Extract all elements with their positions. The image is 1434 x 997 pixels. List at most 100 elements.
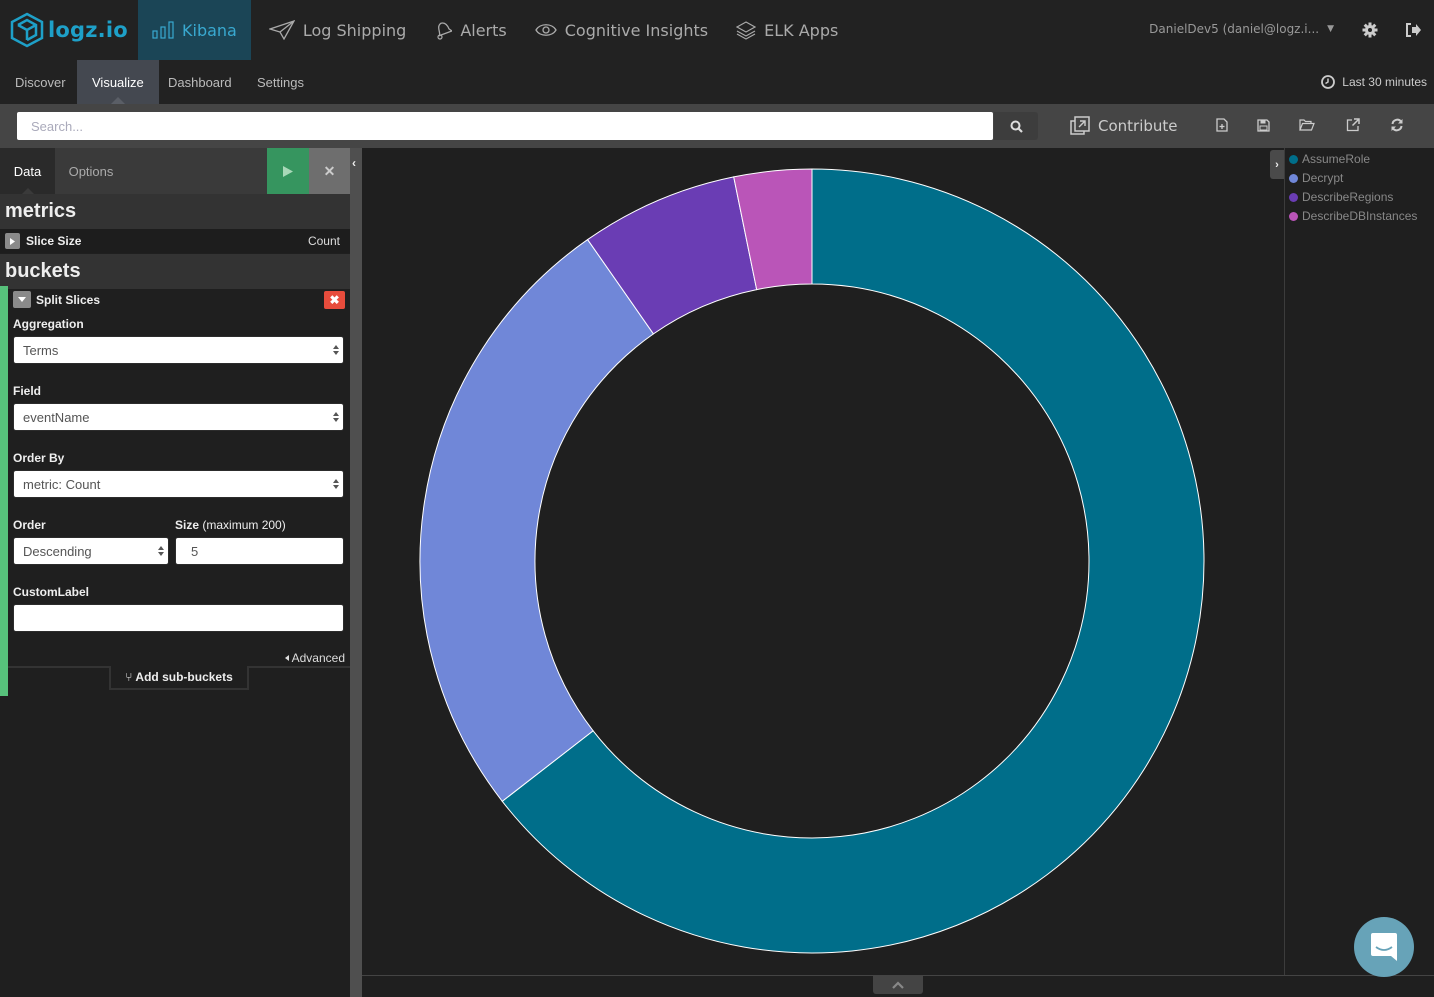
chevron-right-icon[interactable] — [5, 233, 20, 249]
search-input[interactable] — [17, 112, 993, 140]
user-label: DanielDev5 (daniel@logz.i... — [1149, 22, 1320, 36]
remove-bucket-button[interactable]: ✖ — [324, 291, 345, 309]
legend-toggle[interactable]: › — [1270, 150, 1284, 179]
gear-icon[interactable] — [1360, 20, 1380, 40]
aggregation-select[interactable]: Terms — [13, 336, 344, 364]
tab-dashboard[interactable]: Dashboard — [153, 60, 247, 104]
tab-data[interactable]: Data — [0, 148, 55, 194]
metric-value: Count — [307, 234, 340, 248]
code-fork-icon: ⑂ — [125, 670, 133, 684]
apply-button[interactable] — [267, 148, 309, 194]
order-by-select[interactable]: metric: Count — [13, 470, 344, 498]
size-label: Size (maximum 200) — [175, 518, 286, 532]
size-input[interactable] — [175, 537, 344, 565]
metric-label: Slice Size — [26, 234, 82, 248]
legend-item[interactable]: AssumeRole — [1289, 152, 1370, 166]
select-arrows-icon — [333, 412, 339, 422]
layers-icon — [736, 21, 757, 40]
tab-discover[interactable]: Discover — [0, 60, 81, 104]
nav-elk-apps[interactable]: ELK Apps — [722, 0, 852, 60]
logo-cube-icon — [10, 12, 44, 48]
refresh-icon[interactable] — [1388, 116, 1406, 134]
legend-swatch — [1289, 154, 1298, 164]
chevron-up-icon — [892, 981, 904, 989]
custom-label-input[interactable] — [13, 604, 344, 632]
tab-options[interactable]: Options — [55, 148, 127, 194]
nav-elk-apps-label: ELK Apps — [764, 20, 839, 40]
metrics-title: metrics — [0, 194, 350, 229]
visualization-area — [362, 148, 1284, 975]
time-picker[interactable]: Last 30 minutes — [1321, 60, 1427, 104]
nav-log-shipping-label: Log Shipping — [302, 20, 407, 40]
donut-chart — [419, 168, 1205, 954]
size-label-text: Size — [175, 518, 200, 532]
search-button[interactable] — [994, 112, 1038, 140]
sidebar-collapse-handle[interactable]: ‹ — [350, 148, 362, 997]
save-icon[interactable] — [1254, 116, 1272, 134]
legend-item[interactable]: DescribeDBInstances — [1289, 209, 1417, 223]
legend-item[interactable]: Decrypt — [1289, 171, 1343, 185]
chevron-down-icon[interactable] — [13, 291, 31, 308]
tab-data-label: Data — [13, 163, 42, 179]
play-icon — [283, 165, 293, 177]
advanced-toggle[interactable]: Advanced — [284, 651, 345, 665]
order-by-value: metric: Count — [23, 476, 101, 492]
legend-swatch — [1289, 173, 1298, 183]
tab-settings[interactable]: Settings — [242, 60, 319, 104]
contribute-label: Contribute — [1098, 117, 1178, 135]
field-value: eventName — [23, 409, 90, 425]
brand-name: logz.io — [48, 18, 128, 42]
buckets-title: buckets — [0, 254, 350, 289]
share-icon[interactable] — [1344, 116, 1362, 134]
discard-button[interactable]: ✕ — [309, 148, 350, 194]
nav-kibana[interactable]: Kibana — [138, 0, 251, 60]
new-visualization-icon[interactable] — [1213, 116, 1231, 134]
order-value: Descending — [23, 543, 92, 559]
tab-discover-label: Discover — [15, 74, 66, 90]
field-select[interactable]: eventName — [13, 403, 344, 431]
tab-visualize[interactable]: Visualize — [77, 60, 159, 104]
close-icon: ✖ — [329, 293, 340, 307]
legend-label: AssumeRole — [1302, 152, 1371, 166]
nav-log-shipping[interactable]: Log Shipping — [255, 0, 420, 60]
open-icon[interactable] — [1298, 116, 1316, 134]
legend-label: Decrypt — [1302, 171, 1344, 185]
chevron-left-icon[interactable]: ‹ — [352, 156, 356, 170]
logo[interactable]: logz.io — [10, 12, 128, 48]
order-select[interactable]: Descending — [13, 537, 169, 565]
tab-dashboard-label: Dashboard — [168, 74, 232, 90]
legend-item[interactable]: DescribeRegions — [1289, 190, 1393, 204]
contribute-button[interactable]: Contribute — [1070, 114, 1178, 138]
nav-alerts[interactable]: Alerts — [420, 0, 520, 60]
editor-sidebar: Data Options ✕ metrics Slice Size Count … — [0, 148, 350, 997]
clock-icon — [1321, 75, 1336, 89]
bucket-title: Split Slices — [36, 292, 101, 307]
order-label: Order — [13, 518, 46, 532]
aggregation-label: Aggregation — [13, 317, 84, 331]
advanced-label: Advanced — [291, 651, 345, 665]
bucket-header[interactable]: Split Slices — [13, 291, 100, 308]
legend-label: DescribeDBInstances — [1302, 209, 1418, 223]
slice-decrypt[interactable] — [419, 238, 655, 802]
chat-icon — [1371, 933, 1397, 961]
metric-slice-size[interactable]: Slice Size Count — [0, 229, 350, 253]
nav-cognitive-insights[interactable]: Cognitive Insights — [521, 0, 722, 60]
top-bar: logz.io Kibana Log Shipping Alerts Cogni… — [0, 0, 1434, 60]
top-nav: Kibana Log Shipping Alerts Cognitive Ins… — [138, 0, 852, 60]
user-menu[interactable]: DanielDev5 (daniel@logz.i... ▼ — [1149, 22, 1334, 36]
sign-out-icon[interactable] — [1403, 20, 1423, 40]
nav-kibana-label: Kibana — [182, 20, 237, 40]
chart-legend: AssumeRole Decrypt DescribeRegions Describe… — [1284, 148, 1434, 975]
chat-button[interactable] — [1354, 917, 1414, 977]
size-hint: (maximum 200) — [202, 518, 286, 532]
add-sub-buckets-button[interactable]: ⑂ Add sub-buckets — [109, 666, 249, 690]
legend-swatch — [1289, 192, 1298, 202]
spy-panel-toggle[interactable] — [873, 976, 923, 994]
eye-icon — [534, 24, 557, 36]
select-arrows-icon — [333, 479, 339, 489]
nav-cognitive-insights-label: Cognitive Insights — [564, 20, 709, 40]
bucket-indicator — [0, 286, 8, 696]
chevron-down-icon: ▼ — [1327, 24, 1334, 34]
select-arrows-icon — [333, 345, 339, 355]
field-label: Field — [13, 384, 42, 398]
